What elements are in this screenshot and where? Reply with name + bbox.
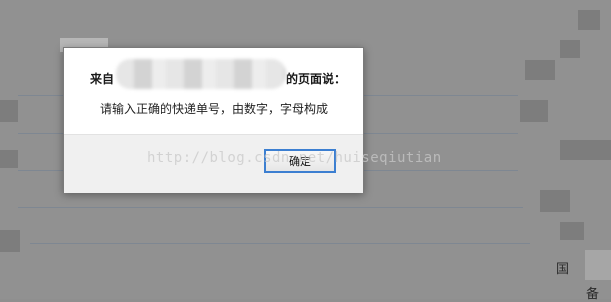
redacted-area <box>578 10 600 30</box>
alert-dialog: 来自 的页面说： 请输入正确的快递单号，由数字，字母构成 确定 <box>63 47 364 193</box>
ok-button[interactable]: 确定 <box>264 149 336 173</box>
background-text-fragment: 备 <box>586 287 600 302</box>
redacted-area <box>540 190 570 212</box>
redacted-area <box>560 40 580 58</box>
dialog-title-suffix: 的页面说： <box>286 72 347 86</box>
redacted-area <box>585 250 611 280</box>
dialog-title-prefix: 来自 <box>90 72 115 86</box>
dialog-footer: 确定 <box>64 134 363 193</box>
redacted-area <box>0 230 20 252</box>
redacted-area <box>525 60 555 80</box>
dialog-message: 请输入正确的快递单号，由数字，字母构成 <box>100 102 329 116</box>
redacted-area <box>0 100 18 122</box>
redacted-origin <box>116 59 286 89</box>
background-rule <box>30 243 530 244</box>
redacted-area <box>560 140 611 160</box>
dialog-body: 来自 的页面说： 请输入正确的快递单号，由数字，字母构成 <box>64 48 363 134</box>
dialog-title: 来自 的页面说： <box>90 70 346 87</box>
redacted-area <box>560 222 584 240</box>
redacted-area <box>520 100 548 122</box>
background-rule <box>18 207 523 208</box>
redacted-area <box>0 150 18 168</box>
background-text-fragment: 国 <box>556 262 570 277</box>
